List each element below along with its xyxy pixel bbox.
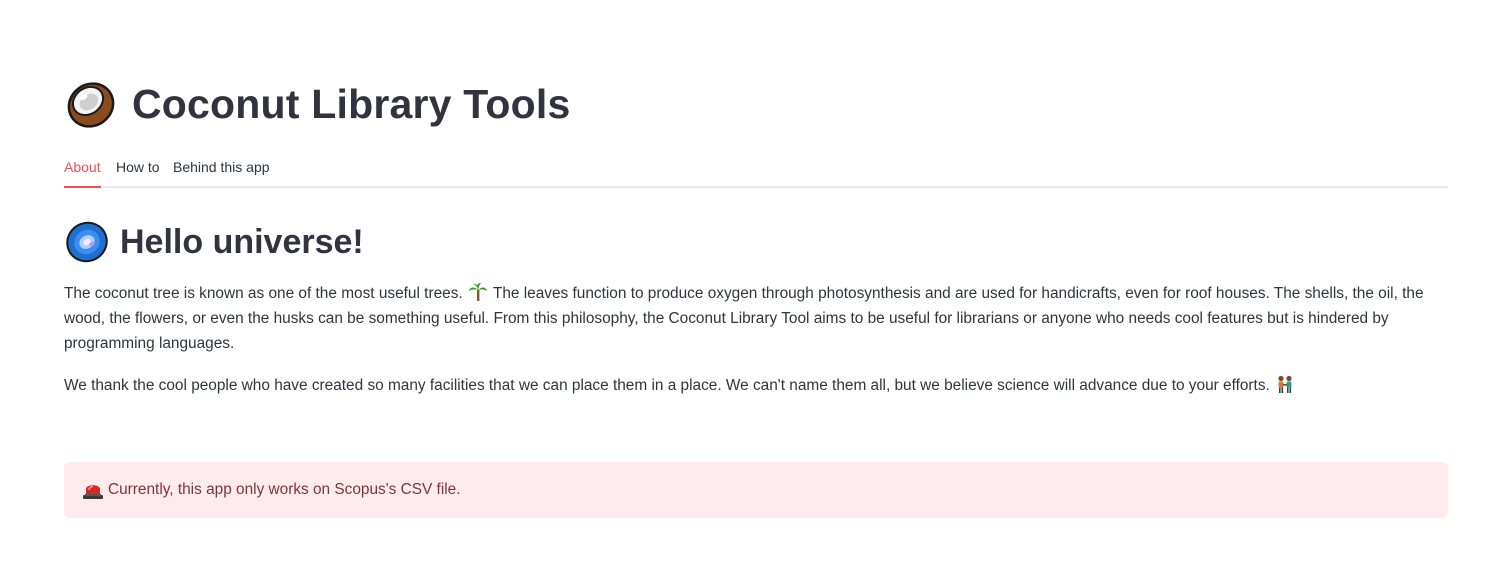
page-title-row: Coconut Library Tools [64,76,571,132]
intro-text-start: The coconut tree is known as one of the … [64,285,463,302]
tab-how-to[interactable]: How to [116,159,160,187]
alert-text: Currently, this app only works on Scopus… [108,481,461,498]
page-title: Coconut Library Tools [132,80,571,127]
thanks-paragraph: We thank the cool people who have create… [64,373,1448,398]
section-heading: Hello universe! [120,222,364,261]
intro-paragraph: The coconut tree is known as one of the … [64,281,1448,356]
section-heading-row: Hello universe! [64,216,364,268]
tab-about[interactable]: About [64,159,101,188]
info-alert: Currently, this app only works on Scopus… [64,462,1448,518]
thanks-text: We thank the cool people who have create… [64,377,1270,394]
tab-behind-this-app[interactable]: Behind this app [173,159,270,187]
galaxy-icon [64,219,110,265]
siren-icon [82,480,104,500]
palm-tree-icon [468,283,487,301]
app-page: Coconut Library Tools About How to Behin… [0,0,1500,586]
tab-bar: About How to Behind this app [64,150,1448,188]
coconut-icon [64,77,118,131]
people-holding-hands-icon [1276,375,1294,393]
